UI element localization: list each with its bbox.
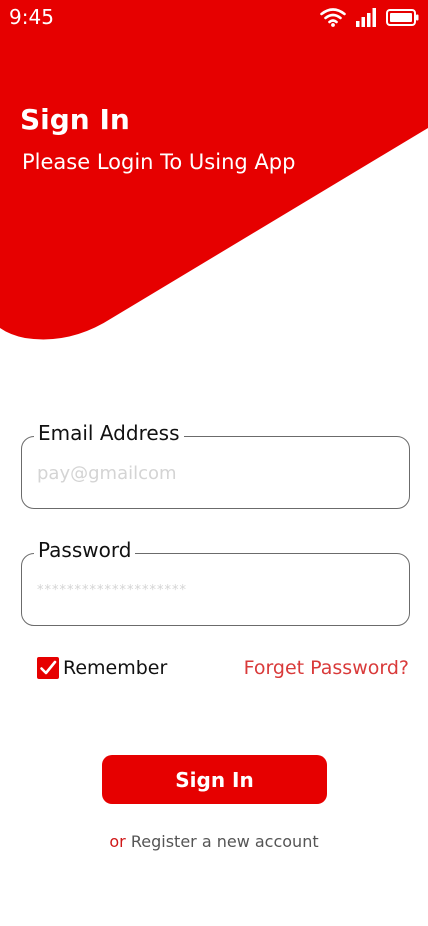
remember-checkbox[interactable]: Remember [37,657,167,679]
battery-icon [386,8,419,30]
email-input[interactable] [37,457,392,489]
email-field[interactable]: Email Address [21,421,410,509]
remember-label: Remember [63,657,168,679]
password-label: Password [34,538,136,562]
checkbox-checked-icon[interactable] [37,657,59,679]
wifi-icon [320,7,346,31]
register-line: or Register a new account [0,832,428,851]
email-label: Email Address [34,421,184,445]
password-field[interactable]: Password [21,538,410,626]
status-bar: 9:45 [0,0,428,34]
status-icons [320,7,419,31]
password-input[interactable] [37,574,392,606]
page-subtitle: Please Login To Using App [22,150,296,174]
header-background [0,0,428,340]
signal-icon [356,7,376,31]
register-link[interactable]: Register a new account [131,832,319,851]
or-text: or [109,832,126,851]
page-title: Sign In [20,103,130,136]
status-time: 9:45 [9,5,54,29]
forget-password-link[interactable]: Forget Password? [244,657,409,679]
sign-in-button[interactable]: Sign In [102,755,327,804]
